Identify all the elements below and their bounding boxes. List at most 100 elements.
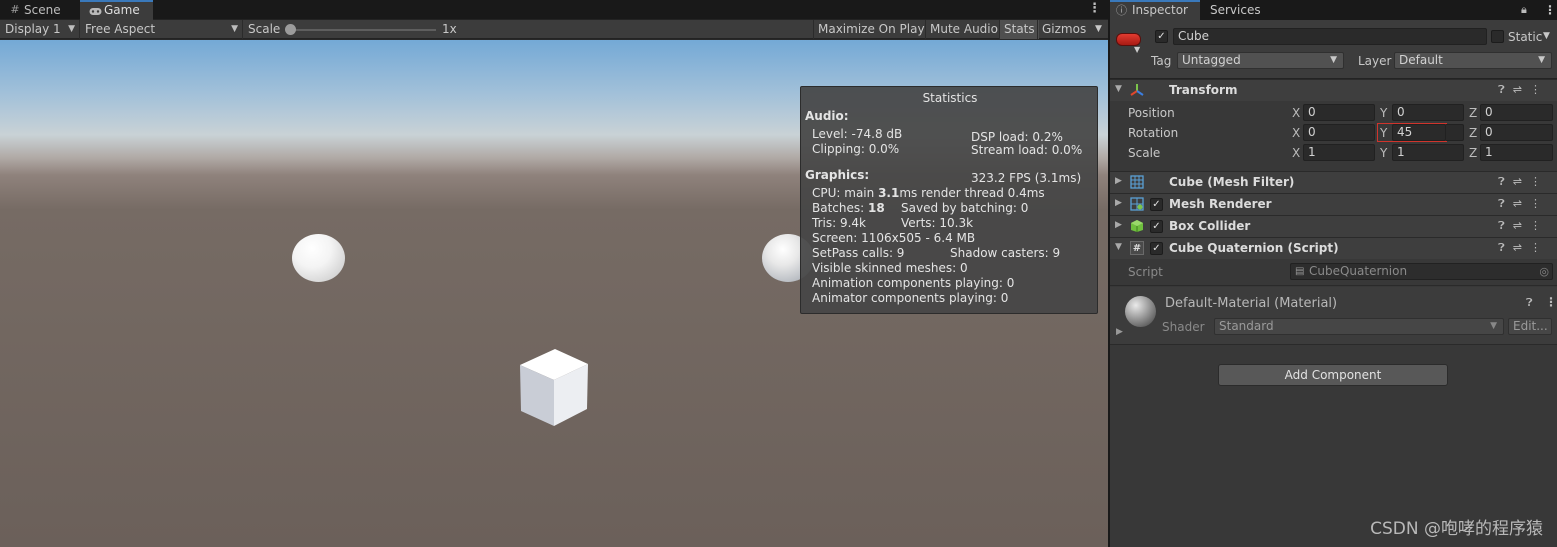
mesh-renderer-enabled-checkbox[interactable]: ✓ <box>1150 198 1163 211</box>
lock-icon[interactable]: 🔒︎ <box>1521 0 1527 20</box>
fold-closed-icon[interactable]: ▶ <box>1115 198 1122 208</box>
active-checkbox[interactable]: ✓ <box>1155 30 1168 43</box>
preset-icon[interactable]: ⇌ <box>1513 175 1530 188</box>
scale-slider-handle[interactable] <box>285 24 296 35</box>
tab-services[interactable]: Services <box>1210 0 1261 20</box>
position-z-field[interactable]: 0 <box>1480 104 1553 121</box>
gamepad-icon <box>88 2 102 19</box>
game-viewport[interactable]: Statistics Audio: Level: -74.8 dB DSP lo… <box>0 40 1108 547</box>
stats-tris: Tris: 9.4k <box>812 216 866 230</box>
component-menu-icon[interactable]: ⋮ <box>1530 175 1549 188</box>
material-help-icon[interactable]: ❓︎ <box>1526 296 1533 310</box>
preset-icon[interactable]: ⇌ <box>1513 83 1530 96</box>
stats-saved-by-batching: Saved by batching: 0 <box>901 201 1029 215</box>
rotation-z-label: Z <box>1469 126 1478 140</box>
material-name: Default-Material (Material) <box>1165 296 1338 311</box>
game-tab-bar: # Scene Game ⋮ <box>0 0 1108 20</box>
fold-closed-icon[interactable]: ▶ <box>1115 220 1122 230</box>
layer-label: Layer <box>1358 54 1392 68</box>
chevron-down-icon: ▼ <box>1330 55 1337 65</box>
sphere-left <box>292 234 345 282</box>
stats-button[interactable]: Stats <box>999 20 1039 39</box>
display-dropdown-label: Display 1 <box>5 22 61 36</box>
tab-inspector[interactable]: ⓘ Inspector <box>1110 0 1200 20</box>
position-x-field[interactable]: 0 <box>1303 104 1375 121</box>
box-collider-header[interactable]: ▶ ✓ Box Collider ❓︎⇌⋮ <box>1110 215 1557 237</box>
tab-scene[interactable]: # Scene <box>0 0 78 20</box>
shader-dropdown[interactable]: Standard ▼ <box>1214 318 1504 335</box>
rotation-x-field[interactable]: 0 <box>1303 124 1375 141</box>
scale-label: Scale <box>248 22 281 36</box>
scale-z-label: Z <box>1469 146 1478 160</box>
component-menu-icon[interactable]: ⋮ <box>1530 241 1549 254</box>
tag-dropdown[interactable]: Untagged ▼ <box>1177 52 1344 69</box>
static-chevron-down-icon[interactable]: ▼ <box>1543 31 1550 41</box>
scale-x-field[interactable]: 1 <box>1303 144 1375 161</box>
box-collider-icon <box>1130 219 1144 233</box>
icon-chevron-down-icon[interactable]: ▼ <box>1134 45 1140 54</box>
scale-z-field[interactable]: 1 <box>1480 144 1553 161</box>
rotation-y-label: Y <box>1380 126 1388 140</box>
preset-icon[interactable]: ⇌ <box>1513 241 1530 254</box>
help-icon[interactable]: ❓︎ <box>1498 219 1513 232</box>
script-component-header[interactable]: ▼ # ✓ Cube Quaternion (Script) ❓︎⇌⋮ <box>1110 237 1557 259</box>
static-checkbox[interactable] <box>1491 30 1504 43</box>
gizmos-chevron-icon[interactable]: ▼ <box>1095 20 1102 39</box>
material-fold-icon[interactable]: ▶ <box>1116 327 1123 337</box>
info-icon: ⓘ <box>1116 4 1127 17</box>
shader-dropdown-value: Standard <box>1219 319 1274 333</box>
gizmos-button-label: Gizmos <box>1042 22 1087 36</box>
stats-title: Statistics <box>922 91 978 105</box>
help-icon[interactable]: ❓︎ <box>1498 197 1513 210</box>
preset-icon[interactable]: ⇌ <box>1513 197 1530 210</box>
position-x-label: X <box>1292 106 1301 120</box>
object-picker-icon[interactable]: ◎ <box>1539 264 1549 279</box>
scale-value: 1x <box>442 22 457 36</box>
game-menu-icon[interactable]: ⋮ <box>1088 0 1101 20</box>
script-object-field[interactable]: ▤ CubeQuaternion ◎ <box>1290 263 1553 280</box>
transform-body: Position Rotation Scale X 0 Y 0 Z 0 X 0 … <box>1110 101 1557 170</box>
scale-slider-track[interactable] <box>290 29 436 31</box>
object-name-field[interactable]: Cube <box>1173 28 1487 45</box>
mesh-filter-icon <box>1130 175 1144 189</box>
shader-edit-button[interactable]: Edit... <box>1508 318 1552 335</box>
preset-icon[interactable]: ⇌ <box>1513 219 1530 232</box>
chevron-down-icon: ▼ <box>1490 321 1497 331</box>
help-icon[interactable]: ❓︎ <box>1498 83 1513 96</box>
help-icon[interactable]: ❓︎ <box>1498 175 1513 188</box>
box-collider-enabled-checkbox[interactable]: ✓ <box>1150 220 1163 233</box>
stats-cpu-main: 3.1 <box>878 186 900 200</box>
stats-fps: 323.2 FPS (3.1ms) <box>971 171 1082 185</box>
scale-row-label: Scale <box>1128 146 1161 160</box>
material-menu-icon[interactable]: ⋮ <box>1545 295 1557 309</box>
maximize-on-play-button[interactable]: Maximize On Play <box>813 20 929 39</box>
stats-animation: Animation components playing: 0 <box>812 276 1015 290</box>
add-component-button[interactable]: Add Component <box>1218 364 1448 386</box>
scale-y-field[interactable]: 1 <box>1392 144 1464 161</box>
help-icon[interactable]: ❓︎ <box>1498 241 1513 254</box>
mesh-filter-header[interactable]: ▶ Cube (Mesh Filter) ❓︎⇌⋮ <box>1110 171 1557 193</box>
inspector-menu-icon[interactable]: ⋮ <box>1544 0 1556 20</box>
gizmos-button[interactable]: Gizmos <box>1037 20 1089 39</box>
rotation-y-field[interactable]: 45 <box>1392 124 1446 141</box>
transform-header[interactable]: ▼ Transform ❓︎⇌⋮ <box>1110 79 1557 101</box>
layer-dropdown[interactable]: Default ▼ <box>1394 52 1552 69</box>
fold-open-icon[interactable]: ▼ <box>1115 84 1122 94</box>
aspect-dropdown[interactable]: Free Aspect ▼ <box>80 20 243 39</box>
display-dropdown[interactable]: Display 1 ▼ <box>0 20 80 39</box>
mesh-filter-title: Cube (Mesh Filter) <box>1169 175 1295 189</box>
rotation-x-label: X <box>1292 126 1301 140</box>
tab-inspector-label: Inspector <box>1132 3 1188 17</box>
tab-game[interactable]: Game <box>80 0 153 20</box>
mute-audio-button[interactable]: Mute Audio <box>925 20 1002 39</box>
script-enabled-checkbox[interactable]: ✓ <box>1150 242 1163 255</box>
script-object-value: CubeQuaternion <box>1309 264 1408 278</box>
fold-open-icon[interactable]: ▼ <box>1115 242 1122 252</box>
fold-closed-icon[interactable]: ▶ <box>1115 176 1122 186</box>
component-menu-icon[interactable]: ⋮ <box>1530 219 1549 232</box>
component-menu-icon[interactable]: ⋮ <box>1530 83 1549 96</box>
position-y-field[interactable]: 0 <box>1392 104 1464 121</box>
component-menu-icon[interactable]: ⋮ <box>1530 197 1549 210</box>
mesh-renderer-header[interactable]: ▶ ✓ Mesh Renderer ❓︎⇌⋮ <box>1110 193 1557 215</box>
rotation-z-field[interactable]: 0 <box>1480 124 1553 141</box>
